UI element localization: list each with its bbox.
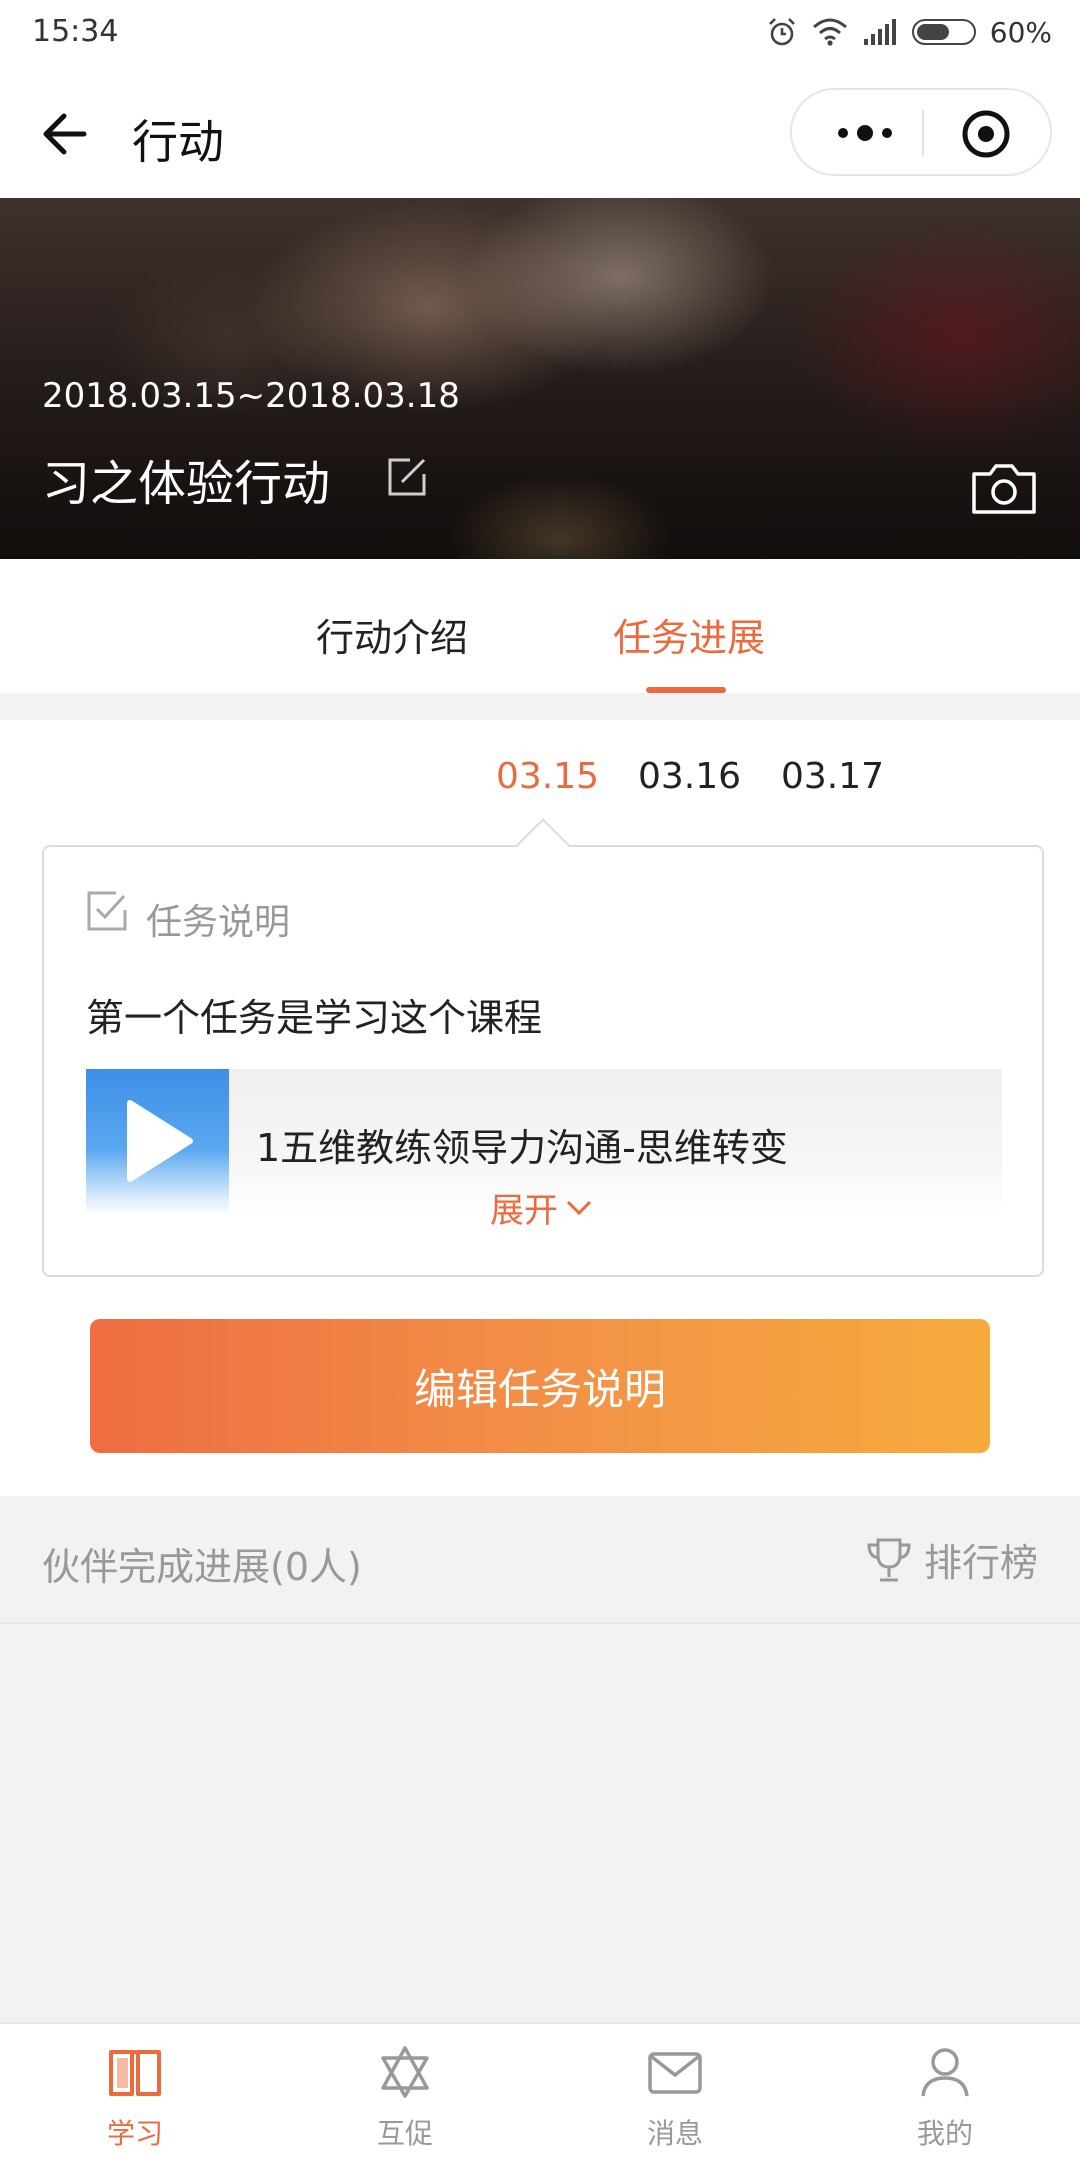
- close-miniprogram-button[interactable]: [960, 108, 1012, 160]
- page-title: 行动: [132, 115, 224, 169]
- mini-program-capsule: [790, 88, 1052, 176]
- status-icons: 60%: [766, 12, 1052, 52]
- edit-title-button[interactable]: [384, 454, 430, 500]
- card-pointer: [516, 818, 570, 872]
- ranking-button[interactable]: 排行榜: [864, 1532, 1038, 1587]
- task-header-label: 任务说明: [146, 902, 291, 943]
- envelope-icon: [648, 2052, 702, 2094]
- chevron-down-icon: [566, 1200, 592, 1215]
- task-card: 任务说明 第一个任务是学习这个课程 1五维教练领导力沟通-思维转变 展开: [42, 818, 1044, 1277]
- expand-button[interactable]: 展开: [490, 1183, 592, 1232]
- trophy-icon: [867, 1538, 911, 1581]
- more-dot-icon: [882, 128, 892, 138]
- banner-date-range: 2018.03.15~2018.03.18: [42, 376, 460, 416]
- edit-icon: [388, 458, 426, 496]
- bottom-nav-label: 互促: [376, 2117, 433, 2150]
- camera-icon: [972, 464, 1036, 514]
- more-button[interactable]: [820, 110, 910, 156]
- partner-progress-bar: 伙伴完成进展(0人) 排行榜: [0, 1496, 1080, 1624]
- task-panel: 03.15 03.16 03.17 任务说明 第一个任务是学习这个课程 1五维教…: [0, 720, 1080, 1496]
- partner-progress-label: 伙伴完成进展(0人): [42, 1545, 362, 1589]
- arrow-left-icon: [43, 113, 87, 155]
- bottom-nav-study[interactable]: 学习: [0, 2024, 270, 2160]
- person-icon: [921, 2048, 969, 2097]
- signal-icon: [863, 19, 896, 45]
- tab-progress[interactable]: 任务进展: [613, 607, 765, 662]
- target-close-icon: [962, 110, 1010, 158]
- action-banner: 2018.03.15~2018.03.18 习之体验行动: [0, 198, 1080, 559]
- back-button[interactable]: [36, 106, 96, 162]
- battery-percent: 60%: [989, 15, 1052, 49]
- tab-intro[interactable]: 行动介绍: [316, 607, 468, 662]
- bottom-nav: 学习 互促 消息 我的: [0, 2022, 1080, 2160]
- date-tab[interactable]: 03.16: [638, 756, 741, 797]
- triangles-icon: [381, 2046, 429, 2098]
- course-title: 1五维教练领导力沟通-思维转变: [256, 1126, 788, 1170]
- book-icon: [109, 2050, 161, 2096]
- alarm-icon: [768, 18, 795, 46]
- bottom-nav-label: 学习: [106, 2117, 163, 2150]
- bottom-nav-mine[interactable]: 我的: [810, 2024, 1080, 2160]
- bottom-nav-label: 我的: [916, 2117, 973, 2150]
- active-tab-indicator: [646, 687, 726, 693]
- date-tab[interactable]: 03.17: [781, 756, 884, 797]
- banner-title: 习之体验行动: [42, 456, 331, 512]
- more-dot-icon: [857, 125, 873, 141]
- date-tab[interactable]: 03.15: [496, 756, 599, 797]
- edit-task-button[interactable]: 编辑任务说明: [90, 1319, 990, 1453]
- change-cover-button[interactable]: [968, 460, 1040, 518]
- checkbox-icon: [86, 890, 128, 932]
- battery-icon: [911, 19, 976, 45]
- status-bar: 15:34 60%: [0, 0, 1080, 66]
- battery-fill: [916, 24, 949, 40]
- ranking-label: 排行榜: [924, 1541, 1039, 1585]
- expand-label: 展开: [490, 1191, 558, 1231]
- task-description: 第一个任务是学习这个课程: [86, 996, 543, 1040]
- section-tabs: 行动介绍 任务进展: [0, 559, 1080, 693]
- capsule-divider: [922, 110, 924, 156]
- status-time: 15:34: [32, 14, 119, 49]
- bottom-nav-messages[interactable]: 消息: [540, 2024, 810, 2160]
- nav-bar: 行动: [0, 66, 1080, 198]
- more-dot-icon: [838, 128, 848, 138]
- bottom-nav-label: 消息: [646, 2117, 703, 2150]
- wifi-icon: [812, 18, 847, 46]
- bottom-nav-mutual[interactable]: 互促: [270, 2024, 540, 2160]
- play-icon: [127, 1100, 193, 1182]
- course-thumbnail: [86, 1069, 229, 1215]
